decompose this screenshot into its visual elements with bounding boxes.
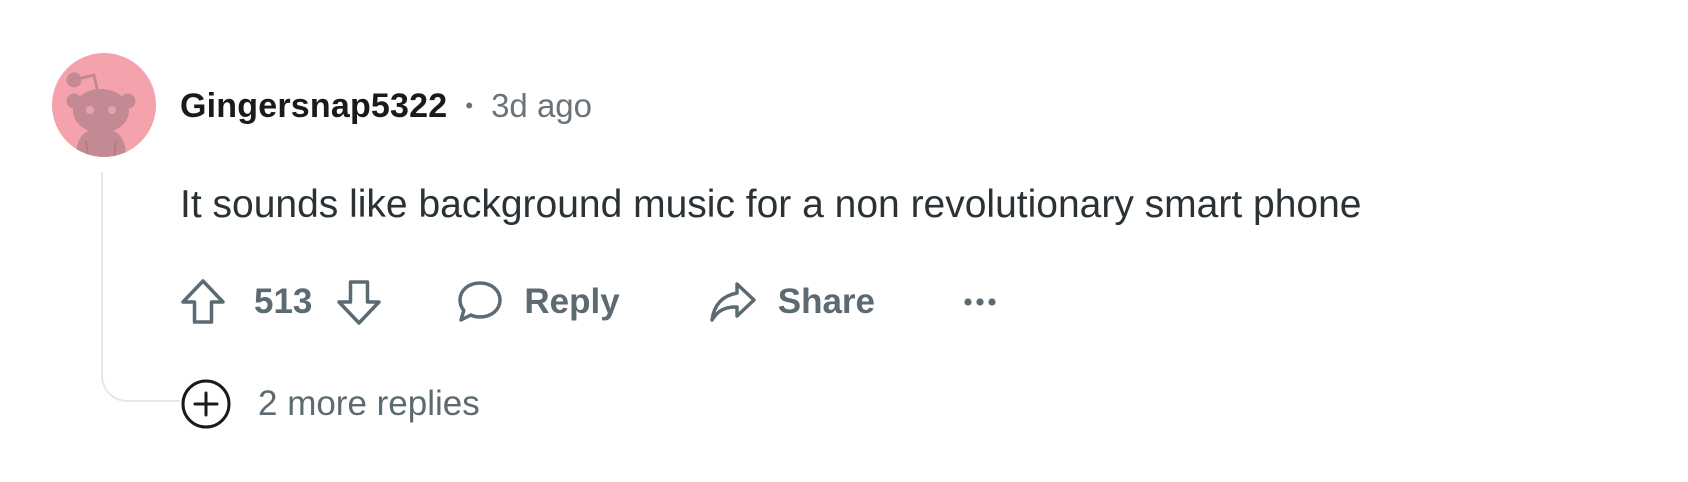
share-button[interactable]: Share	[708, 280, 875, 324]
reply-button[interactable]: Reply	[456, 279, 620, 325]
more-replies-button[interactable]: 2 more replies	[180, 378, 486, 430]
comment-body: It sounds like background music for a no…	[180, 183, 1362, 226]
arrow-up-icon	[181, 279, 225, 324]
more-options-button[interactable]	[963, 296, 997, 308]
downvote-button[interactable]	[336, 278, 382, 326]
ellipsis-icon	[964, 298, 996, 306]
snoo-avatar-icon	[66, 72, 136, 157]
comment-meta: Gingersnap5322 • 3d ago	[180, 86, 592, 126]
share-label: Share	[777, 282, 875, 321]
reply-label: Reply	[524, 282, 620, 321]
speech-bubble-icon	[458, 281, 503, 322]
plus-circle-icon	[181, 379, 231, 429]
comment: Gingersnap5322 • 3d ago It sounds like b…	[0, 0, 1688, 482]
timestamp[interactable]: 3d ago	[491, 87, 592, 125]
thread-line	[101, 172, 181, 402]
upvote-button[interactable]	[180, 278, 226, 326]
arrow-down-icon	[337, 280, 382, 325]
avatar[interactable]	[52, 53, 156, 157]
share-arrow-icon	[709, 282, 756, 322]
author-name[interactable]: Gingersnap5322	[180, 87, 447, 126]
more-replies-label: 2 more replies	[258, 384, 480, 423]
vote-count: 513	[254, 282, 313, 321]
meta-separator: •	[465, 93, 474, 118]
comment-actions: 513 Reply Share	[180, 276, 997, 328]
